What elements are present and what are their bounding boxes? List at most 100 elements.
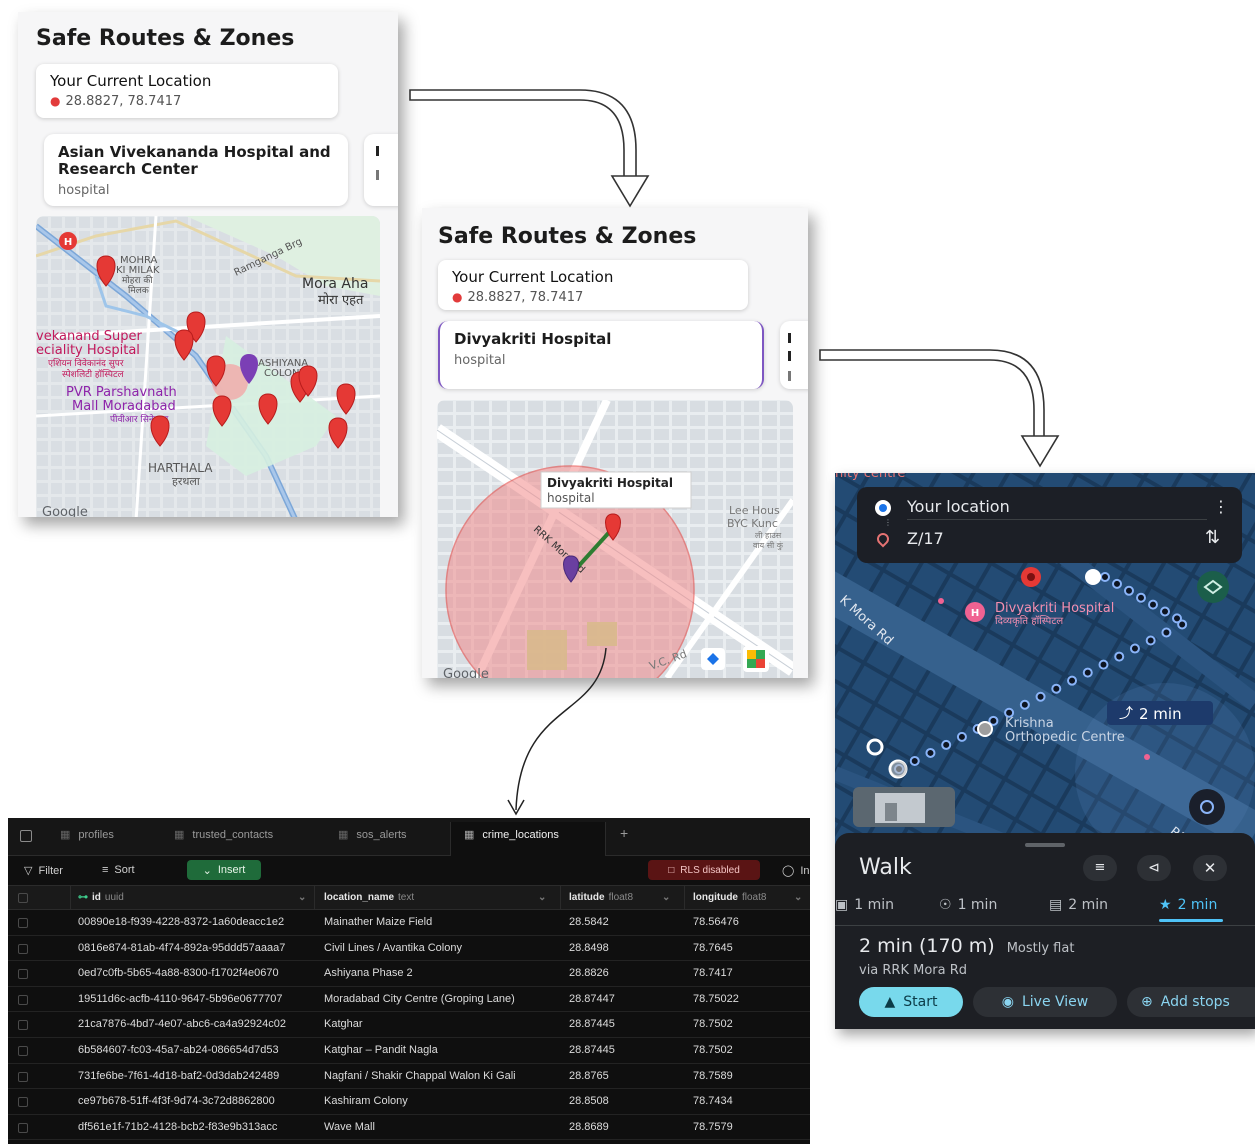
cell-id[interactable]: 19511d6c-acfb-4110-9647-5b96e0677707 [78, 993, 310, 1005]
route-dot [1114, 651, 1125, 662]
table-row[interactable]: ce97b678-51ff-4f3f-9d74-3c72d8862800 Kash… [8, 1089, 810, 1115]
arrow-to-navigation [819, 349, 1060, 468]
cell-location-name[interactable]: Katghar [324, 1018, 556, 1030]
cell-location-name[interactable]: Mainather Maize Field [324, 916, 556, 928]
row-checkbox[interactable] [18, 1020, 28, 1031]
cell-id[interactable]: 731fe6be-7f61-4d18-baf2-0d3dab242489 [78, 1070, 310, 1082]
index-button[interactable]: ◯ In [782, 864, 810, 877]
row-checkbox[interactable] [18, 943, 28, 954]
cell-longitude[interactable]: 78.75022 [693, 993, 803, 1005]
route-dot [1148, 599, 1158, 610]
car-icon: ▣ [835, 897, 849, 913]
cell-longitude[interactable]: 78.7434 [693, 1095, 803, 1107]
table-row[interactable]: 00890e18-f939-4228-8372-1a60deacc1e2 Main… [8, 910, 810, 936]
row-checkbox[interactable] [18, 918, 28, 928]
cell-location-name[interactable]: Civil Lines / Avantika Colony [324, 942, 556, 954]
sidebar-toggle-icon[interactable] [20, 830, 32, 842]
live-view-button[interactable]: ◉ Live View [973, 987, 1117, 1017]
cell-latitude[interactable]: 28.8689 [569, 1121, 679, 1133]
cell-longitude[interactable]: 78.7502 [693, 1018, 803, 1030]
swap-icon[interactable]: ⇅ [1205, 527, 1220, 548]
table-row[interactable]: 0816e874-81ab-4f74-892a-95ddd57aaaa7 Civi… [8, 936, 810, 962]
column-id[interactable]: ⊶ id uuid [78, 892, 124, 903]
cell-id[interactable]: 0816e874-81ab-4f74-892a-95ddd57aaaa7 [78, 942, 310, 954]
route-note: Mostly flat [1006, 941, 1075, 956]
tab-sos-alerts[interactable]: ▦ sos_alerts [338, 828, 407, 841]
cell-longitude[interactable]: 78.7645 [693, 942, 803, 954]
options-icon[interactable]: ≡ [1083, 855, 1117, 881]
travel-mode-motorbike[interactable]: ☉ 1 min [939, 897, 997, 913]
transit-icon: ▤ [1049, 897, 1063, 913]
filter-button[interactable]: ▽ Filter [24, 864, 63, 877]
rls-disabled-badge[interactable]: □ RLS disabled [648, 860, 760, 880]
cell-id[interactable]: 00890e18-f939-4228-8372-1a60deacc1e2 [78, 916, 310, 928]
cell-location-name[interactable]: Katghar – Pandit Nagla [324, 1044, 556, 1056]
column-location-name[interactable]: location_name text [324, 892, 414, 903]
row-checkbox[interactable] [18, 1122, 28, 1133]
svg-text:Divyakriti Hospital: Divyakriti Hospital [995, 601, 1114, 616]
column-latitude[interactable]: latitude float8 [569, 892, 633, 903]
route-dot [1098, 659, 1109, 670]
table-row[interactable]: 731fe6be-7f61-4d18-baf2-0d3dab242489 Nagf… [8, 1064, 810, 1090]
table-row[interactable]: 19511d6c-acfb-4110-9647-5b96e0677707 Mora… [8, 987, 810, 1013]
cell-latitude[interactable]: 28.8508 [569, 1095, 679, 1107]
table-row[interactable]: 0ed7c0fb-5b65-4a88-8300-f1702f4e0670 Ashi… [8, 961, 810, 987]
cell-latitude[interactable]: 28.8826 [569, 967, 679, 979]
table-row[interactable]: 21ca7876-4bd7-4e07-abc6-ca4a92924c02 Katg… [8, 1012, 810, 1038]
row-checkbox[interactable] [18, 969, 28, 980]
cell-location-name[interactable]: Nagfani / Shakir Chappal Walon Ki Gali [324, 1070, 556, 1082]
cell-location-name[interactable]: Moradabad City Centre (Groping Lane) [324, 993, 556, 1005]
cell-latitude[interactable]: 28.8765 [569, 1070, 679, 1082]
origin-field[interactable]: Your location [907, 497, 1010, 516]
share-icon[interactable]: ⊲ [1137, 855, 1171, 881]
cell-latitude[interactable]: 28.8498 [569, 942, 679, 954]
route-dot [1051, 683, 1062, 694]
sort-icon: ≡ [102, 864, 109, 876]
select-all-checkbox[interactable] [18, 893, 28, 903]
row-checkbox[interactable] [18, 994, 28, 1005]
table-row[interactable]: df561e1f-71b2-4128-bcb2-f83e9b313acc Wave… [8, 1115, 810, 1141]
row-checkbox[interactable] [18, 1097, 28, 1108]
cell-longitude[interactable]: 78.7502 [693, 1044, 803, 1056]
row-checkbox[interactable] [18, 1071, 28, 1082]
more-options-icon[interactable]: ⋮ [1213, 497, 1229, 516]
cell-id[interactable]: df561e1f-71b2-4128-bcb2-f83e9b313acc [78, 1121, 310, 1133]
cell-longitude[interactable]: 78.56476 [693, 916, 803, 928]
filter-icon: ▽ [24, 865, 33, 877]
add-stops-button[interactable]: ⊕ Add stops [1127, 987, 1255, 1017]
start-button[interactable]: ▲ Start [859, 987, 963, 1017]
cell-latitude[interactable]: 28.87445 [569, 1044, 679, 1056]
row-checkbox[interactable] [18, 1046, 28, 1056]
travel-mode-walk[interactable]: ★ 2 min [1159, 897, 1217, 913]
column-longitude[interactable]: longitude float8 [693, 892, 766, 903]
table-tabs: ▦ profiles ▦ trusted_contacts ▦ sos_alerts … [8, 818, 810, 856]
travel-mode-car[interactable]: ▣ 1 min [835, 897, 894, 913]
cell-id[interactable]: 0ed7c0fb-5b65-4a88-8300-f1702f4e0670 [78, 967, 310, 979]
travel-mode-transit[interactable]: ▤ 2 min [1049, 897, 1108, 913]
route-via: via RRK Mora Rd [859, 963, 968, 978]
sort-button[interactable]: ≡ Sort [102, 864, 135, 876]
tab-profiles[interactable]: ▦ profiles [60, 828, 114, 841]
add-tab-button[interactable]: + [620, 825, 628, 841]
destination-field[interactable]: Z/17 [907, 529, 944, 548]
route-dot [1082, 667, 1093, 678]
cell-location-name[interactable]: Wave Mall [324, 1121, 556, 1133]
cell-latitude[interactable]: 28.87445 [569, 1018, 679, 1030]
cell-longitude[interactable]: 78.7417 [693, 967, 803, 979]
cell-latitude[interactable]: 28.5842 [569, 916, 679, 928]
insert-button[interactable]: ⌄ Insert [187, 860, 261, 880]
cell-location-name[interactable]: Kashiram Colony [324, 1095, 556, 1107]
tab-crime-locations[interactable]: ▦ crime_locations [464, 828, 559, 841]
drag-handle[interactable] [1025, 843, 1065, 847]
cell-id[interactable]: 21ca7876-4bd7-4e07-abc6-ca4a92924c02 [78, 1018, 310, 1030]
close-icon[interactable]: ✕ [1193, 855, 1227, 881]
route-dot [1019, 699, 1030, 710]
tab-trusted-contacts[interactable]: ▦ trusted_contacts [174, 828, 273, 841]
cell-id[interactable]: 6b584607-fc03-45a7-ab24-086654d7d53 [78, 1044, 310, 1056]
cell-longitude[interactable]: 78.7579 [693, 1121, 803, 1133]
cell-id[interactable]: ce97b678-51ff-4f3f-9d74-3c72d8862800 [78, 1095, 310, 1107]
cell-latitude[interactable]: 28.87447 [569, 993, 679, 1005]
table-row[interactable]: 6b584607-fc03-45a7-ab24-086654d7d53 Katgh… [8, 1038, 810, 1064]
cell-location-name[interactable]: Ashiyana Phase 2 [324, 967, 556, 979]
cell-longitude[interactable]: 78.7589 [693, 1070, 803, 1082]
